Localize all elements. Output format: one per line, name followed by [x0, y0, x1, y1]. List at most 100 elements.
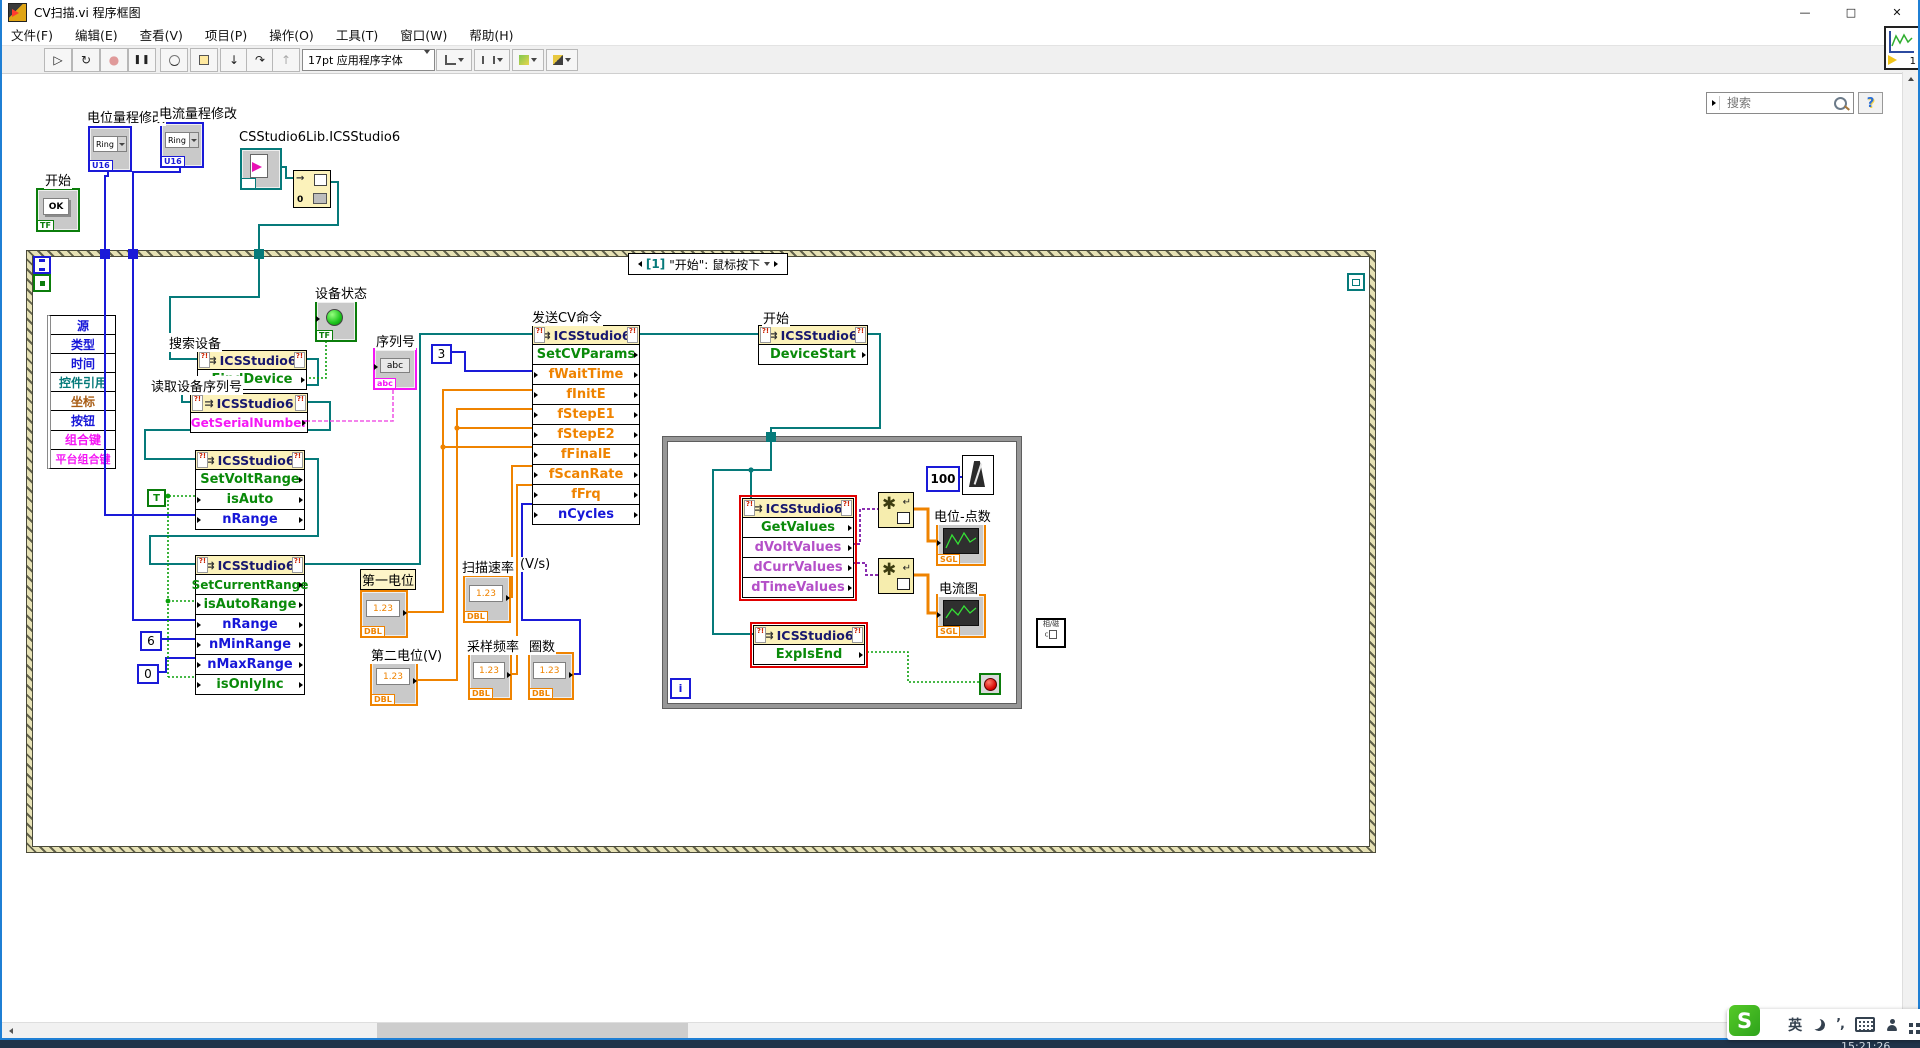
- search-input[interactable]: [1725, 95, 1834, 111]
- start-button-terminal[interactable]: OK TF: [36, 188, 80, 232]
- method-row[interactable]: SetCurrentRange: [196, 575, 304, 594]
- cycles-control[interactable]: 1.23 DBL: [528, 652, 574, 700]
- event-data-mods[interactable]: 组合键: [51, 430, 115, 449]
- menu-project[interactable]: 项目(P): [194, 25, 258, 44]
- align-objects-dropdown[interactable]: [436, 49, 472, 71]
- event-data-source[interactable]: 源: [51, 316, 115, 334]
- param-row[interactable]: dTimeValues: [743, 577, 853, 597]
- curr-ring-terminal[interactable]: Ring U16: [160, 122, 204, 168]
- loop-iteration-terminal[interactable]: i: [670, 678, 691, 699]
- max-range-constant[interactable]: 0: [137, 664, 159, 684]
- param-row[interactable]: fFrq: [533, 484, 639, 504]
- param-row[interactable]: nMinRange: [196, 634, 304, 654]
- tunnel-volt-range[interactable]: [100, 249, 110, 259]
- param-row[interactable]: isOnlyInc: [196, 674, 304, 694]
- vi-icon[interactable]: 1: [1884, 26, 1920, 70]
- abort-button-icon[interactable]: ●: [100, 48, 128, 72]
- first-potential-control[interactable]: 1.23 DBL: [360, 590, 408, 638]
- param-row[interactable]: isAutoRange: [196, 594, 304, 614]
- loop-condition-terminal[interactable]: [979, 673, 1001, 695]
- param-row[interactable]: fStepE1: [533, 404, 639, 424]
- search-history-icon[interactable]: [1712, 100, 1716, 106]
- context-help-button[interactable]: ?: [1858, 92, 1883, 114]
- serial-number-indicator[interactable]: abc abc: [373, 348, 417, 390]
- method-row[interactable]: GetValues: [743, 518, 853, 537]
- sample-freq-control[interactable]: 1.23 DBL: [468, 652, 512, 700]
- event-data-time[interactable]: 时间: [51, 353, 115, 372]
- param-row[interactable]: fStepE2: [533, 424, 639, 444]
- param-row[interactable]: nMaxRange: [196, 654, 304, 674]
- device-status-led[interactable]: TF: [315, 300, 357, 342]
- tunnel-loop-ref[interactable]: [766, 432, 776, 442]
- event-next-icon[interactable]: [774, 261, 778, 267]
- event-filter-terminal-icon[interactable]: [1347, 273, 1365, 291]
- event-data-button[interactable]: 按钮: [51, 410, 115, 429]
- method-row[interactable]: SetCVParams: [533, 345, 639, 364]
- pause-button-icon[interactable]: ❚❚: [128, 48, 156, 72]
- invoke-node-get-values[interactable]: ?! ⇉ ICSStudio6 ?! GetValues dVoltValues…: [742, 498, 854, 598]
- method-row[interactable]: DeviceStart: [759, 345, 867, 364]
- moon-icon[interactable]: [1812, 1017, 1826, 1031]
- method-row[interactable]: GetSerialNumber: [191, 413, 307, 432]
- minimize-button[interactable]: —: [1782, 0, 1828, 24]
- param-row[interactable]: dVoltValues: [743, 537, 853, 557]
- run-continuous-icon[interactable]: ↻: [72, 48, 100, 72]
- method-row[interactable]: ExpIsEnd: [754, 645, 864, 664]
- vertical-scrollbar[interactable]: [1902, 72, 1919, 1022]
- step-out-icon[interactable]: ↑: [272, 48, 300, 72]
- param-row[interactable]: fWaitTime: [533, 364, 639, 384]
- param-row[interactable]: dCurrValues: [743, 557, 853, 577]
- true-constant[interactable]: T: [147, 489, 166, 507]
- reorder-dropdown[interactable]: [546, 49, 578, 71]
- param-row[interactable]: fScanRate: [533, 464, 639, 484]
- param-row[interactable]: nRange: [196, 509, 304, 529]
- event-data-type[interactable]: 类型: [51, 334, 115, 353]
- class-constant[interactable]: [240, 148, 282, 190]
- param-row[interactable]: isAuto: [196, 489, 304, 509]
- invoke-node-get-serial[interactable]: ?! ⇉ ICSStudio6 ?! GetSerialNumber: [190, 393, 308, 433]
- param-row[interactable]: fInitE: [533, 384, 639, 404]
- step-into-icon[interactable]: ↓: [220, 48, 248, 72]
- constructor-node[interactable]: → 0: [293, 170, 331, 208]
- menu-file[interactable]: 文件(F): [0, 25, 64, 44]
- loop-delay-constant[interactable]: 100: [926, 466, 960, 492]
- run-button-icon[interactable]: ▷: [44, 48, 72, 72]
- keyboard-icon[interactable]: [1855, 1017, 1875, 1032]
- wait-ms-function[interactable]: [962, 455, 994, 495]
- search-box[interactable]: [1706, 92, 1854, 114]
- invoke-node-exp-is-end[interactable]: ?! ⇉ ICSStudio6 ?! ExpIsEnd: [753, 625, 865, 665]
- param-row[interactable]: fFinalE: [533, 444, 639, 464]
- user-icon[interactable]: [1886, 1019, 1898, 1031]
- menu-grid-icon[interactable]: [1909, 1023, 1913, 1027]
- param-row[interactable]: nRange: [196, 614, 304, 634]
- resize-objects-dropdown[interactable]: [512, 49, 544, 71]
- curr-chart-terminal[interactable]: SGL: [936, 594, 986, 638]
- event-data-coords[interactable]: 坐标: [51, 391, 115, 410]
- event-data-node[interactable]: 源 类型 时间 控件引用 坐标 按钮 组合键 平台组合键: [47, 315, 116, 469]
- event-data-platmods[interactable]: 平台组合键: [51, 449, 115, 468]
- volt-ring-terminal[interactable]: Ring U16: [88, 126, 132, 172]
- sogou-logo[interactable]: S: [1729, 1005, 1760, 1036]
- taskbar[interactable]: 15:21:26: [0, 1040, 1920, 1048]
- param-row[interactable]: nCycles: [533, 504, 639, 524]
- event-data-ctlref[interactable]: 控件引用: [51, 372, 115, 391]
- wait-time-constant[interactable]: 3: [431, 344, 452, 364]
- scan-rate-control[interactable]: 1.23 DBL: [463, 575, 511, 623]
- menu-window[interactable]: 窗口(W): [389, 25, 458, 44]
- invoke-node-set-cv-params[interactable]: ?! ⇉ ICSStudio6 ?! SetCVParams fWaitTime…: [532, 325, 640, 525]
- second-potential-control[interactable]: 1.23 DBL: [370, 658, 418, 706]
- min-range-constant[interactable]: 6: [140, 631, 162, 651]
- tunnel-curr-range[interactable]: [128, 249, 138, 259]
- invoke-node-set-current-range[interactable]: ?! ⇉ ICSStudio6 ?! SetCurrentRange isAut…: [195, 555, 305, 695]
- event-prev-icon[interactable]: [638, 261, 642, 267]
- volt-chart-terminal[interactable]: SGL: [936, 522, 986, 566]
- step-over-icon[interactable]: ↷: [246, 48, 274, 72]
- timeout-terminal-icon[interactable]: [33, 256, 51, 274]
- retain-wire-values-icon[interactable]: [190, 48, 218, 72]
- ime-mode-label[interactable]: 英: [1788, 1015, 1802, 1035]
- highlight-execution-icon[interactable]: [160, 48, 188, 72]
- variant-to-data-node[interactable]: ✱ ↵: [878, 558, 914, 594]
- invoke-node-device-start[interactable]: ?! ⇉ ICSStudio6 ?! DeviceStart: [758, 325, 868, 365]
- scrollbar-thumb[interactable]: [377, 1023, 688, 1039]
- menu-tools[interactable]: 工具(T): [325, 25, 389, 44]
